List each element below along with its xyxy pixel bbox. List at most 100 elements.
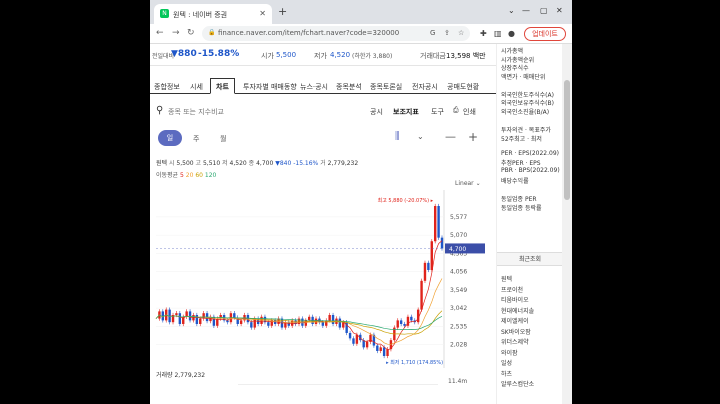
close-tab-icon[interactable]: ✕ xyxy=(259,9,266,18)
ohlc-low: 4,520 xyxy=(229,160,247,167)
stock-info-sidebar: 최근조회 시가총액 시가총액순위 상장주식수 액면가 · 매매단위 외국인한도주식수(A… xyxy=(496,44,563,404)
chart-ohlc-info: 원텍 시 5,500 고 5,510 저 4,520 종 4,700 ▼840 … xyxy=(156,158,358,167)
recent-item[interactable]: 위더스제약 xyxy=(501,337,529,346)
compare-search-input[interactable] xyxy=(168,105,288,118)
tab-title: 원텍 : 네이버 증권 xyxy=(173,11,228,19)
tab-disclosure[interactable]: 전자공시 xyxy=(412,82,438,92)
recent-item[interactable]: 하츠 xyxy=(501,369,512,378)
recent-item[interactable]: 현대에너지솔 xyxy=(501,306,534,315)
candle-body xyxy=(352,338,355,344)
candle-body xyxy=(386,349,389,356)
tab-analysis[interactable]: 종목분석 xyxy=(336,82,362,92)
print-button[interactable]: 인쇄 xyxy=(463,107,476,117)
volume-axis-label: 11.4m xyxy=(448,378,468,385)
recent-viewed-header: 최근조회 xyxy=(497,252,563,266)
star-icon[interactable]: ☆ xyxy=(458,29,464,37)
tools-button[interactable]: 도구 xyxy=(431,107,444,117)
candle-body xyxy=(427,262,430,271)
stock-summary: 전일대비 ▼880 -15.88% 시가 5,500 저가 4,520 (하한가… xyxy=(150,44,496,66)
tab-discussion[interactable]: 종목토론실 xyxy=(370,82,402,92)
sidebar-item: 52주최고 · 최저 xyxy=(501,136,542,143)
candle-body xyxy=(338,318,342,328)
tab-quotes[interactable]: 시세 xyxy=(190,82,203,92)
candle-body xyxy=(396,320,399,328)
tab-investors[interactable]: 투자자별 매매동향 xyxy=(243,82,297,92)
candle-body xyxy=(331,314,335,324)
recent-item[interactable]: 티움바이오 xyxy=(501,295,529,304)
scale-selector[interactable]: Linear ⌄ xyxy=(455,180,481,187)
google-icon[interactable]: G xyxy=(430,29,435,37)
share-icon[interactable]: ⇪ xyxy=(444,29,450,37)
update-button[interactable]: 업데이트 xyxy=(524,27,566,41)
candle-body xyxy=(440,237,444,249)
ohlc-high: 5,510 xyxy=(202,160,221,167)
ohlc-close: 4,700 xyxy=(256,160,274,167)
candle-body xyxy=(161,311,165,321)
scrollbar-thumb[interactable] xyxy=(564,80,570,200)
extensions-icon[interactable]: ✚ xyxy=(480,29,487,38)
notice-button[interactable]: 공시 xyxy=(370,107,383,117)
back-icon[interactable]: ← xyxy=(156,28,164,38)
ohlc-volume-label: 거 xyxy=(320,160,326,167)
print-icon[interactable]: ⎙ xyxy=(453,106,459,115)
low-label: 저가 xyxy=(314,52,327,60)
sidebar-item: 외국인보유주식수(B) xyxy=(501,100,554,107)
candle-body xyxy=(178,313,182,324)
tab-short-selling[interactable]: 공매도현황 xyxy=(447,82,479,92)
candle-body xyxy=(403,323,406,326)
candle-body xyxy=(328,314,331,321)
tab-news[interactable]: 뉴스·공시 xyxy=(300,82,328,92)
recent-item[interactable]: SK바이오팜 xyxy=(501,327,531,336)
profile-icon[interactable]: ● xyxy=(508,29,515,38)
price-chart[interactable]: 5,5775,0704,5634,0563,5493,0422,5352,028… xyxy=(150,190,496,368)
address-bar: ← → ↻ 🔒 finance.naver.com/item/fchart.na… xyxy=(150,24,572,44)
recent-item[interactable]: 프로이천 xyxy=(501,285,523,294)
candle-body xyxy=(382,347,386,356)
ma20-line xyxy=(155,278,443,345)
close-window-icon[interactable]: ✕ xyxy=(556,6,563,15)
maximize-icon[interactable]: ▢ xyxy=(540,6,548,15)
indicator-button[interactable]: 보조지표 xyxy=(393,107,419,117)
url-field[interactable]: 🔒 finance.naver.com/item/fchart.naver?co… xyxy=(202,26,470,41)
scrollbar[interactable] xyxy=(562,44,572,404)
new-tab-icon[interactable]: + xyxy=(278,5,287,18)
scale-label: Linear xyxy=(455,180,474,187)
recent-item[interactable]: 원텍 xyxy=(501,274,512,283)
forward-icon[interactable]: → xyxy=(172,28,180,38)
candle-body xyxy=(325,320,328,326)
period-day-button[interactable]: 일 xyxy=(158,130,182,146)
tab-chart[interactable]: 차트 xyxy=(210,78,235,94)
recent-item[interactable]: 와이팜 xyxy=(501,348,518,357)
y-tick-label: 2,028 xyxy=(450,342,467,349)
period-month-button[interactable]: 월 xyxy=(220,134,226,144)
candlestick-icon[interactable]: ⫼ xyxy=(395,131,400,142)
ohlc-open-label: 시 xyxy=(168,160,175,167)
tab-overview[interactable]: 종합정보 xyxy=(154,82,180,92)
ma-120: 120 xyxy=(204,172,217,179)
prev-rate: -15.88% xyxy=(198,49,240,59)
ohlc-high-label: 고 xyxy=(195,160,202,167)
browser-tab[interactable]: N 원텍 : 네이버 증권 ✕ xyxy=(154,4,272,24)
chart-toolbar: ⚲ 공시 보조지표 도구 ⎙ 인쇄 xyxy=(150,102,496,122)
sidebar-item: 동일업종 PER xyxy=(501,196,537,203)
zoom-out-icon[interactable]: — xyxy=(445,130,456,143)
zoom-in-icon[interactable]: + xyxy=(468,130,478,144)
period-selector: 일 주 월 ⫼ ⌄ — + xyxy=(150,130,496,146)
sidebar-item: 외국인소진율(B/A) xyxy=(501,109,550,116)
minimize-icon[interactable]: — xyxy=(522,6,530,15)
moving-average-legend: 이동평균 5 20 60 120 xyxy=(156,170,216,179)
current-price-label: 4,700 xyxy=(449,246,466,253)
chevron-down-icon[interactable]: ⌄ xyxy=(417,132,424,141)
open-value: 5,500 xyxy=(276,51,297,59)
reload-icon[interactable]: ↻ xyxy=(187,28,195,38)
recent-item[interactable]: 알루스컴단소 xyxy=(501,379,534,388)
recent-item[interactable]: 제이엘케이 xyxy=(501,316,529,325)
candle-body xyxy=(410,316,413,321)
volume-value: 2,779,232 xyxy=(174,372,206,379)
recent-item[interactable]: 일성 xyxy=(501,358,512,367)
sidepanel-icon[interactable]: ▥ xyxy=(494,29,502,38)
sidebar-item: 배당수익률 xyxy=(501,178,529,185)
period-week-button[interactable]: 주 xyxy=(193,134,199,144)
chevron-down-icon[interactable]: ⌄ xyxy=(508,6,515,15)
candle-body xyxy=(342,322,345,328)
